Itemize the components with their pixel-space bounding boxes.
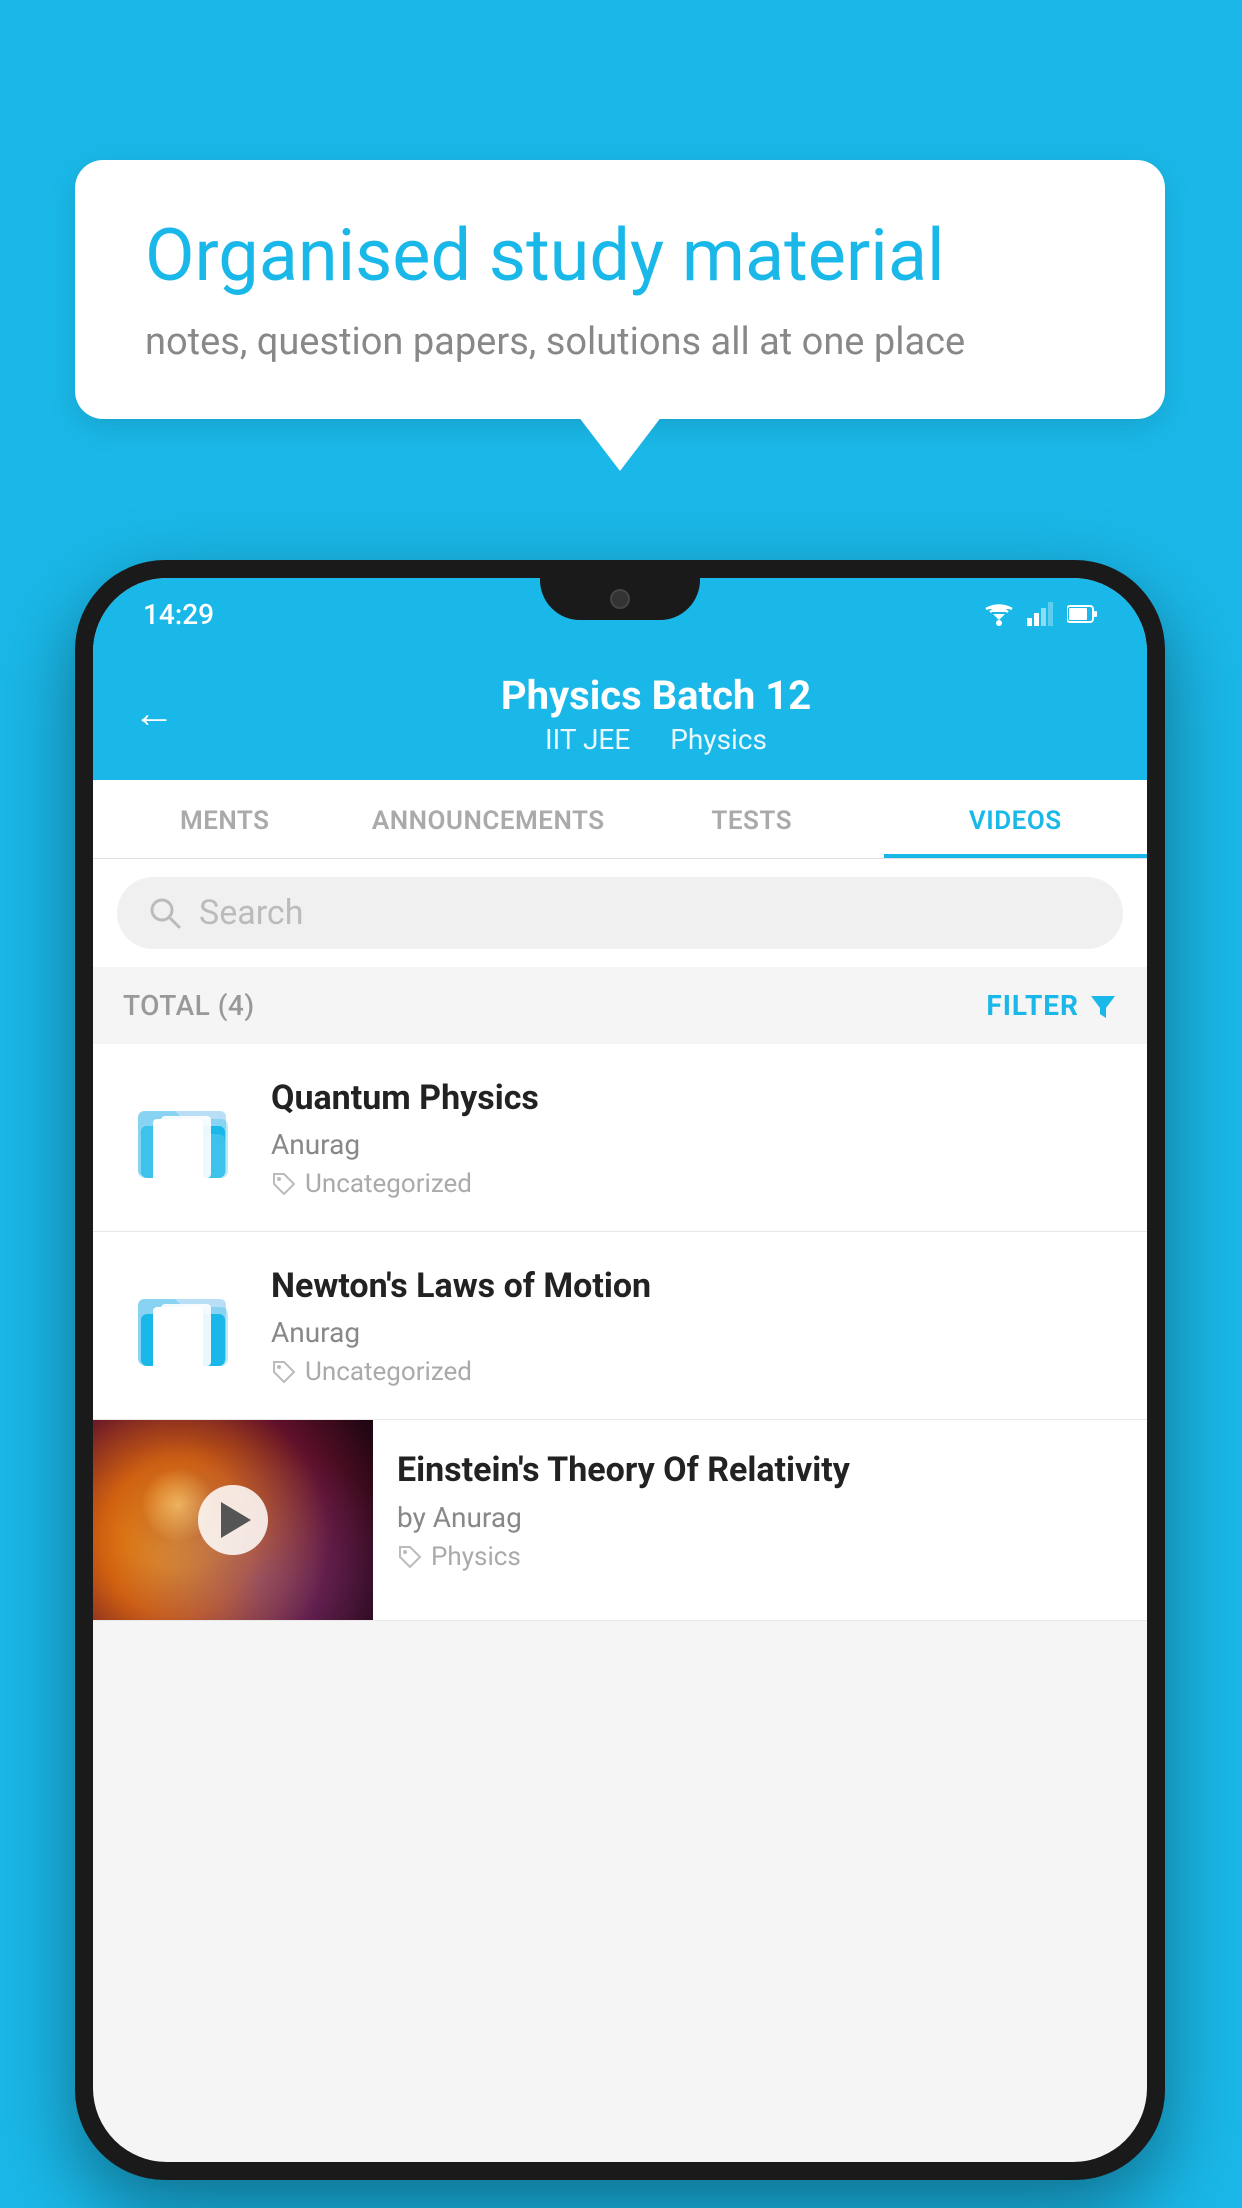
video-tag: Uncategorized: [271, 1169, 1117, 1199]
header-subtitle: IIT JEE Physics: [205, 723, 1107, 756]
filter-bar: TOTAL (4) FILTER: [93, 967, 1147, 1044]
video-info-einstein: Einstein's Theory Of Relativity by Anura…: [373, 1420, 1147, 1599]
tag-icon: [271, 1171, 297, 1197]
video-title: Newton's Laws of Motion: [271, 1264, 1117, 1308]
folder-icon: [133, 1086, 233, 1186]
battery-icon: [1067, 604, 1097, 624]
tab-videos[interactable]: VIDEOS: [884, 780, 1148, 858]
header-title-area: Physics Batch 12 IIT JEE Physics: [205, 672, 1107, 756]
search-icon: [147, 895, 183, 931]
video-thumbnail-2: [123, 1264, 243, 1384]
video-tag: Physics: [397, 1542, 1123, 1572]
video-author: Anurag: [271, 1128, 1117, 1161]
app-header: ← Physics Batch 12 IIT JEE Physics: [93, 650, 1147, 780]
video-author: by Anurag: [397, 1501, 1123, 1534]
phone-body: 14:29: [75, 560, 1165, 2180]
video-tag: Uncategorized: [271, 1357, 1117, 1387]
phone-mockup: 14:29: [75, 560, 1165, 2180]
header-subtitle-subject: Physics: [670, 723, 767, 756]
video-author: Anurag: [271, 1316, 1117, 1349]
search-bar[interactable]: Search: [117, 877, 1123, 949]
video-thumbnail-1: [123, 1076, 243, 1196]
play-button[interactable]: [198, 1485, 268, 1555]
back-button[interactable]: ←: [133, 693, 175, 735]
search-input[interactable]: Search: [199, 893, 303, 933]
tag-label: Uncategorized: [305, 1169, 472, 1199]
signal-icon: [1027, 602, 1055, 626]
tab-announcements[interactable]: ANNOUNCEMENTS: [357, 780, 621, 858]
phone-screen: 14:29: [93, 578, 1147, 2162]
filter-icon: [1089, 992, 1117, 1020]
tab-ments[interactable]: MENTS: [93, 780, 357, 858]
video-list: Quantum Physics Anurag Uncategorized: [93, 1044, 1147, 1621]
video-thumbnail-einstein: [93, 1420, 373, 1620]
status-bar: 14:29: [93, 578, 1147, 650]
search-bar-container: Search: [93, 859, 1147, 967]
speech-bubble-subtitle: notes, question papers, solutions all at…: [145, 320, 1095, 364]
header-title: Physics Batch 12: [205, 672, 1107, 719]
tag-label: Uncategorized: [305, 1357, 472, 1387]
front-camera: [610, 589, 630, 609]
tag-icon: [271, 1359, 297, 1385]
filter-button[interactable]: FILTER: [986, 989, 1117, 1022]
folder-icon: [133, 1274, 233, 1374]
status-time: 14:29: [143, 598, 214, 631]
list-item[interactable]: Newton's Laws of Motion Anurag Uncategor…: [93, 1232, 1147, 1420]
video-info-2: Newton's Laws of Motion Anurag Uncategor…: [271, 1264, 1117, 1387]
speech-bubble-card: Organised study material notes, question…: [75, 160, 1165, 419]
phone-notch: [540, 578, 700, 620]
header-subtitle-course: IIT JEE: [545, 723, 630, 756]
status-icons: [983, 602, 1097, 626]
tab-tests[interactable]: TESTS: [620, 780, 884, 858]
list-item[interactable]: Quantum Physics Anurag Uncategorized: [93, 1044, 1147, 1232]
video-info-1: Quantum Physics Anurag Uncategorized: [271, 1076, 1117, 1199]
video-title: Quantum Physics: [271, 1076, 1117, 1120]
tabs-bar: MENTS ANNOUNCEMENTS TESTS VIDEOS: [93, 780, 1147, 859]
tag-icon: [397, 1544, 423, 1570]
list-item[interactable]: Einstein's Theory Of Relativity by Anura…: [93, 1420, 1147, 1621]
video-title: Einstein's Theory Of Relativity: [397, 1448, 1123, 1492]
speech-bubble-title: Organised study material: [145, 215, 1095, 298]
tag-label: Physics: [431, 1542, 521, 1572]
total-count: TOTAL (4): [123, 989, 255, 1022]
play-icon: [221, 1502, 251, 1538]
wifi-icon: [983, 602, 1015, 626]
filter-label: FILTER: [986, 989, 1079, 1022]
